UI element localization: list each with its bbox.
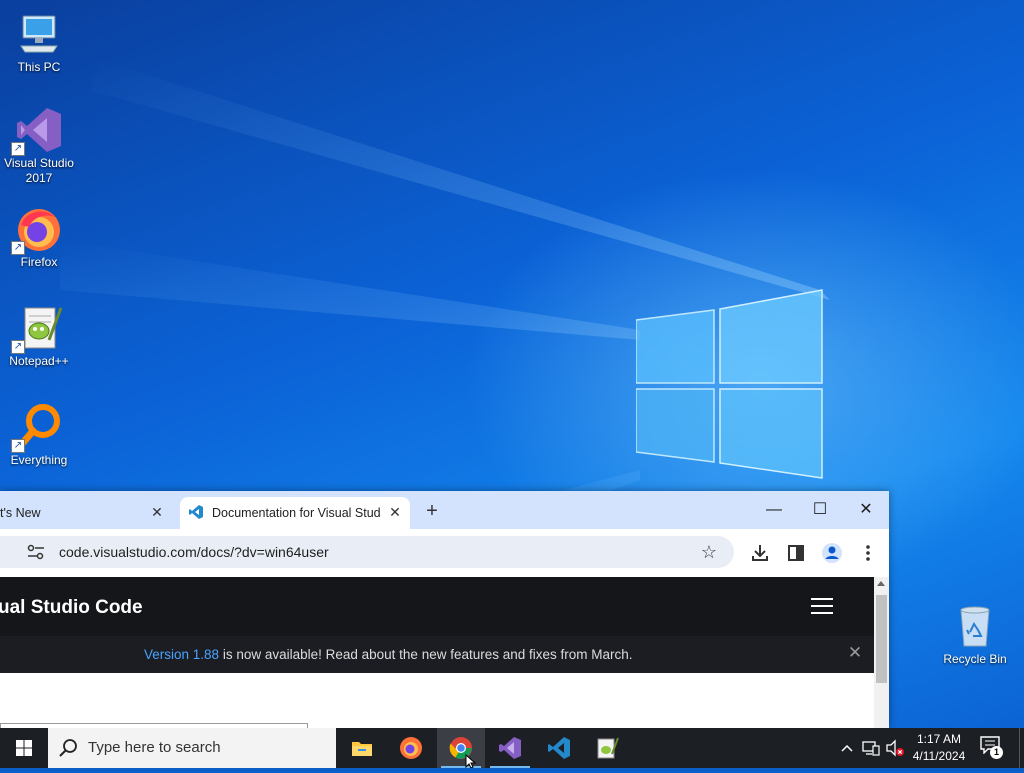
chrome-browser-window[interactable]: t's New ✕ Documentation for Visual Studi… <box>0 491 889 728</box>
shortcut-arrow-icon: ↗ <box>11 241 25 255</box>
taskbar-vscode[interactable] <box>535 728 583 768</box>
desktop-icon-everything[interactable]: ↗ Everything <box>0 403 78 468</box>
banner-close-icon[interactable]: ✕ <box>847 644 863 661</box>
mouse-cursor-icon <box>465 754 477 768</box>
maximize-button[interactable]: ☐ <box>800 496 840 524</box>
desktop-icon-notepadpp[interactable]: ↗ Notepad++ <box>0 304 78 369</box>
volume-muted-icon[interactable] <box>885 739 905 757</box>
tab-strip: t's New ✕ Documentation for Visual Studi… <box>0 491 889 529</box>
release-banner: Version 1.88 is now available! Read abou… <box>0 636 874 673</box>
firefox-icon: ↗ <box>11 205 63 255</box>
desktop-icon-label: Recycle Bin <box>943 652 1007 666</box>
taskbar-notepadpp[interactable] <box>583 728 631 768</box>
tray-overflow-chevron-icon[interactable] <box>838 738 856 758</box>
notification-count-badge: 1 <box>990 746 1003 759</box>
taskbar-search-box[interactable]: Type here to search <box>48 728 336 768</box>
show-desktop-button[interactable] <box>1019 728 1024 768</box>
vscode-icon <box>548 737 570 759</box>
windows-start-icon <box>16 740 32 756</box>
system-clock[interactable]: 1:17 AM 4/11/2024 <box>906 731 972 765</box>
computer-icon <box>15 10 63 58</box>
visual-studio-icon: ↗ <box>11 106 63 156</box>
desktop-icon-label: Notepad++ <box>9 354 69 368</box>
tab-title: Documentation for Visual Studio <box>212 506 380 520</box>
start-button[interactable] <box>0 728 48 768</box>
profile-avatar-icon[interactable] <box>820 541 844 565</box>
content-area <box>0 673 874 728</box>
desktop-icon-firefox[interactable]: ↗ Firefox <box>0 205 78 270</box>
clock-time: 1:17 AM <box>916 732 962 746</box>
tab-close-icon[interactable]: ✕ <box>148 503 166 521</box>
minimize-button[interactable]: — <box>754 496 794 524</box>
search-icon <box>59 739 77 757</box>
tab-documentation[interactable]: Documentation for Visual Studio ✕ <box>180 497 410 529</box>
hamburger-menu-icon[interactable] <box>811 598 833 614</box>
search-placeholder: Type here to search <box>88 739 221 756</box>
taskbar-visual-studio[interactable] <box>486 728 534 768</box>
windows-logo-wallpaper <box>636 289 823 479</box>
close-window-button[interactable]: ✕ <box>846 496 886 524</box>
taskbar-google-chrome[interactable] <box>437 728 485 768</box>
side-panel-icon[interactable] <box>784 541 808 565</box>
visual-studio-icon <box>499 737 521 759</box>
vscode-favicon-icon <box>189 505 203 519</box>
banner-message: is now available! Read about the new fea… <box>219 647 633 662</box>
address-bar[interactable]: code.visualstudio.com/docs/?dv=win64user… <box>0 536 734 568</box>
shortcut-arrow-icon: ↗ <box>11 142 25 156</box>
taskbar-firefox[interactable] <box>387 728 435 768</box>
page-content: ual Studio Code Version 1.88 is now avai… <box>0 577 874 728</box>
desktop-icon-label: Firefox <box>20 255 58 269</box>
bookmark-star-icon[interactable]: ☆ <box>698 541 720 563</box>
tab-title: t's New <box>0 506 41 520</box>
download-icon[interactable] <box>748 541 772 565</box>
tab-whats-new[interactable]: t's New ✕ <box>0 497 172 529</box>
new-tab-button[interactable]: + <box>420 500 444 524</box>
shortcut-arrow-icon: ↗ <box>11 340 25 354</box>
desktop-icon-visual-studio[interactable]: ↗ Visual Studio 2017 <box>0 106 78 186</box>
version-link[interactable]: Version 1.88 <box>144 647 219 662</box>
desktop-icon-label: This PC <box>17 60 61 74</box>
clock-date: 4/11/2024 <box>912 749 966 763</box>
everything-search-icon: ↗ <box>11 403 63 453</box>
taskbar-file-explorer[interactable] <box>338 728 386 768</box>
url-text[interactable]: code.visualstudio.com/docs/?dv=win64user <box>59 544 329 560</box>
tab-close-icon[interactable]: ✕ <box>386 503 404 521</box>
desktop-icon-label: Everything <box>10 453 68 467</box>
notepadpp-icon: ↗ <box>11 304 63 354</box>
notepadpp-icon <box>597 737 619 759</box>
site-title[interactable]: ual Studio Code <box>0 597 143 619</box>
site-header: ual Studio Code <box>0 577 874 636</box>
action-center-button[interactable]: 1 <box>980 736 1006 760</box>
desktop-icon-this-pc[interactable]: This PC <box>0 10 78 75</box>
scroll-thumb[interactable] <box>876 595 887 683</box>
firefox-icon <box>400 737 422 759</box>
browser-toolbar: code.visualstudio.com/docs/?dv=win64user… <box>0 529 889 577</box>
shortcut-arrow-icon: ↗ <box>11 439 25 453</box>
banner-text: Version 1.88 is now available! Read abou… <box>144 647 633 662</box>
site-info-icon[interactable] <box>26 543 46 561</box>
network-icon[interactable] <box>862 740 880 756</box>
taskbar: Type here to search 1:17 AM 4/11/2024 1 <box>0 728 1024 768</box>
recycle-bin-icon <box>951 602 999 650</box>
desktop-icon-label: Visual Studio 2017 <box>4 156 74 185</box>
more-menu-icon[interactable] <box>856 541 880 565</box>
scroll-up-arrow-icon[interactable] <box>877 581 885 586</box>
page-scrollbar[interactable] <box>874 577 889 728</box>
folder-icon <box>352 742 372 756</box>
desktop-icon-recycle-bin[interactable]: Recycle Bin <box>936 602 1014 667</box>
